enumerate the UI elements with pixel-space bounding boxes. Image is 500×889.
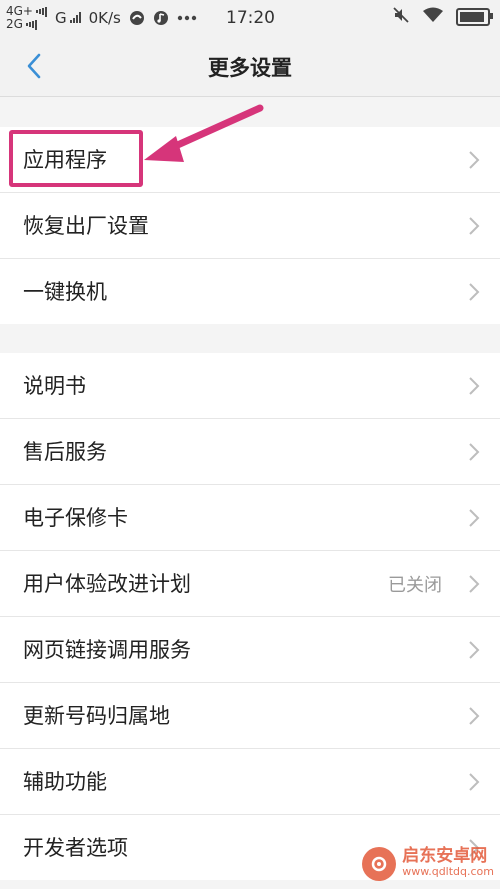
carrier-indicator: G	[55, 9, 81, 27]
title-bar: 更多设置	[0, 36, 500, 97]
menu-item-phone-clone[interactable]: 一键换机	[0, 259, 500, 324]
network-speed: 0K/s	[88, 9, 121, 27]
battery-icon	[456, 8, 493, 26]
chevron-right-icon	[469, 443, 480, 461]
annotation-highlight-box	[9, 130, 143, 187]
annotation-arrow-icon	[144, 104, 264, 162]
signal-icon	[69, 12, 81, 23]
mute-icon	[392, 6, 410, 28]
network-type-2: 2G	[6, 17, 23, 31]
menu-item-label: 恢复出厂设置	[23, 214, 149, 238]
watermark-url: www.qdltdq.com	[402, 865, 494, 878]
menu-item-label: 更新号码归属地	[23, 704, 170, 728]
menu-item-user-experience[interactable]: 用户体验改进计划 已关闭	[0, 551, 500, 617]
chevron-right-icon	[469, 377, 480, 395]
menu-item-factory-reset[interactable]: 恢复出厂设置	[0, 193, 500, 259]
network-indicators: 4G+ 2G	[6, 5, 47, 31]
clock: 17:20	[226, 8, 275, 28]
menu-item-number-location[interactable]: 更新号码归属地	[0, 683, 500, 749]
page-title: 更多设置	[208, 56, 292, 80]
settings-group-2: 说明书 售后服务 电子保修卡 用户体验改进计划 已关闭 网页链接调用服务 更新号…	[0, 353, 500, 880]
menu-item-label: 辅助功能	[23, 770, 107, 794]
menu-item-accessibility[interactable]: 辅助功能	[0, 749, 500, 815]
carrier-label: G	[55, 9, 67, 27]
menu-item-label: 网页链接调用服务	[23, 638, 191, 662]
menu-item-web-link-service[interactable]: 网页链接调用服务	[0, 617, 500, 683]
menu-item-after-sales[interactable]: 售后服务	[0, 419, 500, 485]
menu-item-label: 电子保修卡	[23, 506, 128, 530]
chevron-right-icon	[469, 283, 480, 301]
menu-item-label: 开发者选项	[23, 836, 128, 860]
watermark-logo-icon	[362, 847, 397, 881]
chevron-right-icon	[469, 217, 480, 235]
more-notifications-icon	[177, 15, 197, 21]
chevron-right-icon	[469, 575, 480, 593]
chevron-right-icon	[469, 509, 480, 527]
watermark-name: 启东安卓网	[402, 846, 488, 866]
music-notification-icon	[153, 10, 169, 26]
chevron-right-icon	[469, 151, 480, 169]
signal-icon	[36, 6, 47, 17]
menu-item-label: 售后服务	[23, 440, 107, 464]
status-bar: 4G+ 2G G 0K/s 17:20	[0, 0, 500, 36]
menu-item-label: 一键换机	[23, 280, 107, 304]
chevron-right-icon	[469, 707, 480, 725]
status-value: 已关闭	[388, 575, 442, 596]
chevron-right-icon	[469, 773, 480, 791]
wifi-icon	[422, 7, 444, 27]
menu-item-label: 说明书	[23, 374, 86, 398]
menu-item-label: 用户体验改进计划	[23, 572, 191, 596]
menu-item-warranty-card[interactable]: 电子保修卡	[0, 485, 500, 551]
watermark: 启东安卓网 www.qdltdq.com	[362, 847, 494, 881]
app-notification-icon	[129, 10, 145, 26]
chevron-right-icon	[469, 641, 480, 659]
menu-item-manual[interactable]: 说明书	[0, 353, 500, 419]
signal-icon	[25, 19, 37, 30]
